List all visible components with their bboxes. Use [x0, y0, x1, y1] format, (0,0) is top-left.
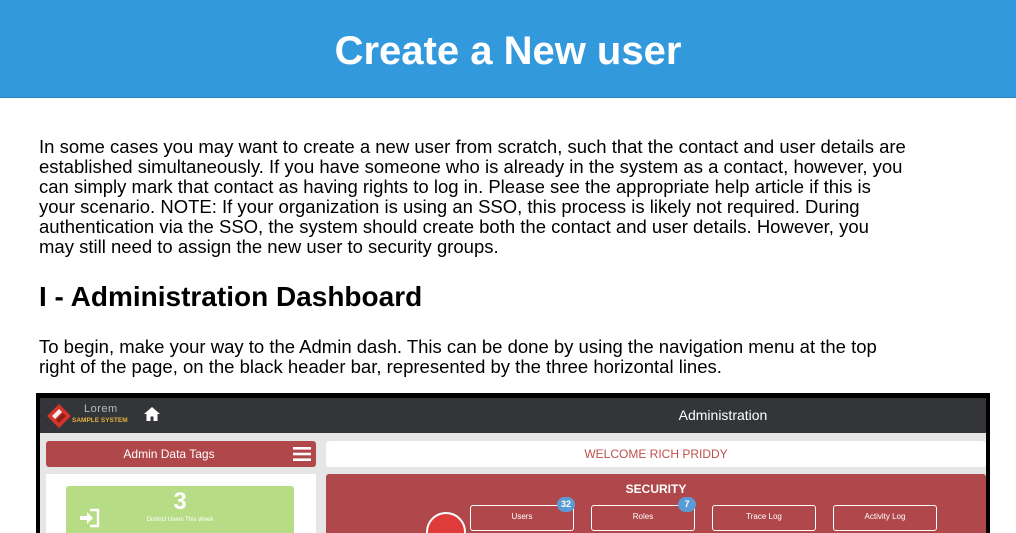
users-label: Users — [511, 512, 533, 521]
stat-label: Distinct Users This Week — [146, 517, 214, 523]
section-paragraph: To begin, make your way to the Admin das… — [39, 337, 989, 377]
intro-line: In some cases you may want to create a n… — [39, 136, 906, 157]
page-header: Create a New user — [0, 0, 1016, 98]
activity-log-button[interactable]: Activity Log — [833, 505, 937, 531]
intro-line: can simply mark that contact as having r… — [39, 176, 871, 197]
stats-panel: 3 Distinct Users This Week — [46, 474, 316, 533]
welcome-banner: WELCOME RICH PRIDDY — [326, 441, 986, 467]
security-title: SECURITY — [625, 482, 687, 496]
distinct-users-card[interactable]: 3 Distinct Users This Week — [66, 486, 294, 533]
intro-line: may still need to assign the new user to… — [39, 236, 499, 257]
activity-log-label: Activity Log — [864, 512, 906, 521]
security-panel: SECURITY Users 32 Roles 7 Trace Log Acti… — [326, 474, 986, 533]
intro-line: established simultaneously. If you have … — [39, 156, 903, 177]
intro-line: your scenario. NOTE: If your organizatio… — [39, 196, 860, 217]
section-line: right of the page, on the black header b… — [39, 356, 722, 377]
intro-paragraph: In some cases you may want to create a n… — [39, 137, 989, 257]
welcome-text: WELCOME RICH PRIDDY — [584, 447, 728, 461]
roles-button[interactable]: Roles 7 — [591, 497, 696, 531]
app-top-bar: Lorem SAMPLE SYSTEM Administration — [40, 398, 986, 433]
intro-line: authentication via the SSO, the system s… — [39, 216, 869, 237]
menu-icon[interactable] — [293, 447, 311, 461]
admin-data-tags-label: Admin Data Tags — [123, 447, 215, 461]
screenshot-canvas: Lorem SAMPLE SYSTEM Administration Admin… — [40, 398, 986, 533]
security-indicator — [426, 512, 466, 533]
admin-dashboard-screenshot: Lorem SAMPLE SYSTEM Administration Admin… — [36, 393, 990, 533]
stat-value: 3 — [173, 488, 187, 515]
users-button[interactable]: Users 32 — [470, 497, 575, 531]
page-title: Create a New user — [334, 29, 682, 73]
roles-label: Roles — [632, 512, 654, 521]
trace-log-button[interactable]: Trace Log — [712, 505, 816, 531]
admin-data-tags-bar[interactable]: Admin Data Tags — [46, 441, 316, 467]
roles-count-badge: 7 — [678, 497, 696, 512]
section-line: To begin, make your way to the Admin das… — [39, 336, 877, 357]
users-count-badge: 32 — [557, 497, 575, 512]
trace-log-label: Trace Log — [746, 512, 782, 521]
app-page-title: Administration — [678, 407, 768, 423]
section-heading: I - Administration Dashboard — [39, 281, 423, 312]
